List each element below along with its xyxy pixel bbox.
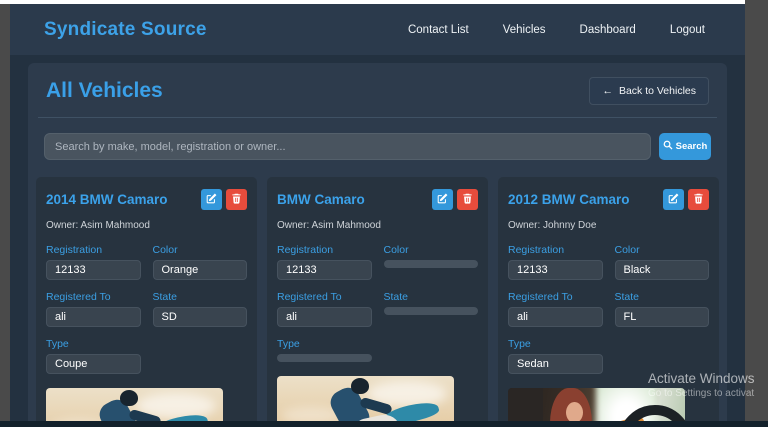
field-value: SD [152,307,247,327]
field-label: Registration [46,244,103,256]
vehicle-fields: Registration 12133 Color Registered To a… [277,244,478,362]
field-value: Orange [152,260,247,280]
field-registered-to: Registered To ali [46,291,141,327]
card-header: BMW Camaro [277,189,478,210]
back-arrow-icon: ← [602,85,613,97]
field-value: 12133 [508,260,603,280]
nav-link-vehicles[interactable]: Vehicles [503,24,546,36]
activate-windows-watermark: Activate Windows Go to Settings to activ… [648,371,755,399]
field-value: Sedan [508,354,603,374]
navbar: Syndicate Source Contact List Vehicles D… [10,4,745,55]
field-value: ali [508,307,603,327]
search-input[interactable] [44,133,651,160]
field-label: Type [46,338,69,350]
field-value: ali [277,307,372,327]
search-bar: Search [44,133,711,160]
field-state: State FL [614,291,709,327]
nav-link-dashboard[interactable]: Dashboard [580,24,636,36]
field-registration: Registration 12133 [46,244,141,280]
vehicle-cards-grid: 2014 BMW Camaro Owner: Asim Mahmood Regi… [36,177,719,427]
vehicle-title: BMW Camaro [277,192,365,207]
field-type: Type Coupe [46,338,141,374]
edit-pencil-icon [437,192,448,207]
edit-pencil-icon [206,192,217,207]
header-divider [38,117,717,118]
field-label: Registration [508,244,565,256]
field-type: Type [277,338,372,362]
trash-icon [231,192,242,207]
field-value [277,354,372,362]
field-label: Type [508,338,531,350]
field-value: FL [614,307,709,327]
field-type: Type Sedan [508,338,603,374]
delete-vehicle-button[interactable] [688,189,709,210]
edit-vehicle-button[interactable] [432,189,453,210]
field-color: Color Orange [152,244,247,280]
field-registered-to: Registered To ali [508,291,603,327]
page-title: All Vehicles [46,79,163,102]
watermark-line2: Go to Settings to activat [648,388,755,399]
page-content: All Vehicles ← Back to Vehicles Search b… [10,55,745,427]
vehicle-card: 2014 BMW Camaro Owner: Asim Mahmood Regi… [36,177,257,427]
field-state: State SD [152,291,247,327]
trash-icon [693,192,704,207]
field-label: Color [614,244,640,256]
field-color: Color [383,244,478,280]
field-registration: Registration 12133 [508,244,603,280]
field-label: State [614,291,640,303]
field-label: State [383,291,409,303]
vehicle-title: 2012 BMW Camaro [508,192,630,207]
delete-vehicle-button[interactable] [457,189,478,210]
screen-bottom-edge [0,421,768,427]
nav-links: Contact List Vehicles Dashboard Logout [408,24,705,36]
owner-label: Owner: Asim Mahmood [277,220,381,231]
field-label: Color [383,244,409,256]
vehicle-image-motocross [277,376,454,427]
vehicle-card: BMW Camaro Owner: Asim Mahmood Registrat… [267,177,488,427]
field-label: Type [277,338,300,350]
vehicle-fields: Registration 12133 Color Orange Register… [46,244,247,374]
nav-link-contact-list[interactable]: Contact List [408,24,469,36]
field-state: State [383,291,478,327]
vehicle-title: 2014 BMW Camaro [46,192,168,207]
field-value: Coupe [46,354,141,374]
edit-vehicle-button[interactable] [663,189,684,210]
watermark-line1: Activate Windows [648,371,755,386]
vehicle-fields: Registration 12133 Color Black Registere… [508,244,709,374]
field-value [383,307,478,315]
owner-label: Owner: Asim Mahmood [46,220,150,231]
window-top-edge [0,0,745,4]
back-button-label: Back to Vehicles [618,85,696,97]
field-label: Registered To [508,291,573,303]
search-button-label: Search [675,141,708,152]
field-value [383,260,478,268]
delete-vehicle-button[interactable] [226,189,247,210]
brand-title[interactable]: Syndicate Source [44,19,207,41]
search-button[interactable]: Search [659,133,711,160]
field-value: 12133 [46,260,141,280]
card-header: 2014 BMW Camaro [46,189,247,210]
field-registered-to: Registered To ali [277,291,372,327]
edit-pencil-icon [668,192,679,207]
search-icon [663,140,673,153]
field-label: Registered To [46,291,111,303]
vehicles-panel: All Vehicles ← Back to Vehicles Search b… [28,63,727,427]
field-color: Color Black [614,244,709,280]
field-label: Color [152,244,178,256]
field-value: Black [614,260,709,280]
back-to-vehicles-button[interactable]: ← Back to Vehicles [589,77,709,105]
field-label: Registered To [277,291,342,303]
browser-window: Syndicate Source Contact List Vehicles D… [10,4,745,427]
field-value: 12133 [277,260,372,280]
trash-icon [462,192,473,207]
field-registration: Registration 12133 [277,244,372,280]
panel-header: All Vehicles ← Back to Vehicles [36,73,719,105]
card-header: 2012 BMW Camaro [508,189,709,210]
nav-link-logout[interactable]: Logout [670,24,705,36]
edit-vehicle-button[interactable] [201,189,222,210]
field-value: ali [46,307,141,327]
owner-label: Owner: Johnny Doe [508,220,597,231]
field-label: State [152,291,178,303]
field-label: Registration [277,244,334,256]
